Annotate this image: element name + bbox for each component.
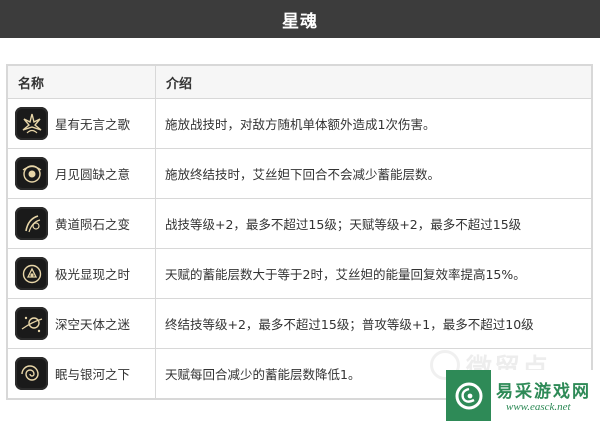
logo-name: 易采游戏网 (496, 382, 591, 402)
galaxy-swirl-icon (15, 357, 48, 390)
eidolon-name: 星有无言之歌 (55, 117, 131, 132)
page-title: 星魂 (282, 11, 318, 32)
table-header-row: 名称 介绍 (7, 65, 592, 99)
header-bar: 星魂 (0, 0, 600, 38)
site-logo[interactable]: 易采游戏网 www.easck.net (446, 370, 600, 421)
flame-star-icon (15, 107, 48, 140)
eidolon-desc: 战技等级+2，最多不超过15级；天赋等级+2，最多不超过15级 (155, 198, 592, 249)
table-row: 星有无言之歌 施放战技时，对敌方随机单体额外造成1次伤害。 (7, 98, 592, 149)
column-header-name: 名称 (7, 65, 156, 99)
moon-orbit-icon (15, 157, 48, 190)
eidolon-desc: 施放战技时，对敌方随机单体额外造成1次伤害。 (155, 98, 592, 149)
eidolon-name: 深空天体之迷 (55, 317, 131, 332)
table-row: 深空天体之迷 终结技等级+2，最多不超过15级；普攻等级+1，最多不超过10级 (7, 298, 592, 349)
eidolon-name: 月见圆缺之意 (55, 167, 131, 182)
logo-url: www.easck.net (506, 401, 571, 413)
table-row: 极光显现之时 天赋的蓄能层数大于等于2时，艾丝妲的能量回复效率提高15%。 (7, 248, 592, 299)
eidolon-name: 黄道陨石之变 (55, 217, 131, 232)
eidolon-name: 极光显现之时 (55, 267, 131, 282)
aurora-lock-icon (15, 257, 48, 290)
celestial-body-icon (15, 307, 48, 340)
meteor-icon (15, 207, 48, 240)
table-row: 黄道陨石之变 战技等级+2，最多不超过15级；天赋等级+2，最多不超过15级 (7, 198, 592, 249)
logo-mark-icon (446, 370, 491, 421)
eidolon-desc: 天赋的蓄能层数大于等于2时，艾丝妲的能量回复效率提高15%。 (155, 248, 592, 299)
table-row: 月见圆缺之意 施放终结技时，艾丝妲下回合不会减少蓄能层数。 (7, 148, 592, 199)
eidolon-name: 眠与银河之下 (55, 367, 131, 382)
column-header-desc: 介绍 (155, 65, 592, 99)
eidolon-desc: 终结技等级+2，最多不超过15级；普攻等级+1，最多不超过10级 (155, 298, 592, 349)
eidolon-desc: 施放终结技时，艾丝妲下回合不会减少蓄能层数。 (155, 148, 592, 199)
